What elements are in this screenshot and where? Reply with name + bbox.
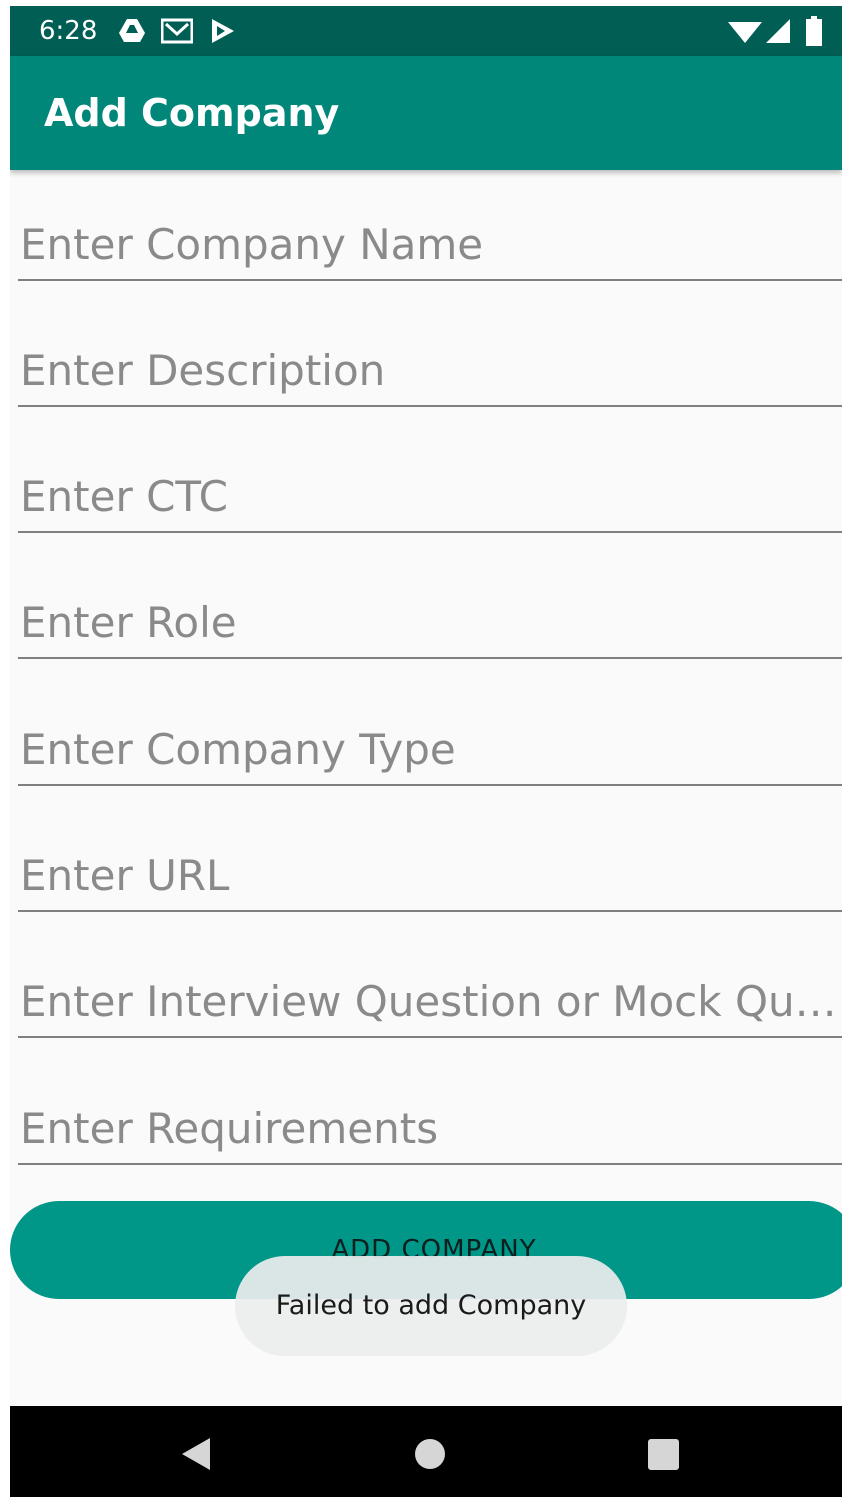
company-type-field [18,714,842,786]
url-field [18,840,842,912]
company-name-field [18,209,842,281]
toast-message: Failed to add Company [235,1256,627,1356]
app-screen: 6:28 Add Company Enter Company Name Ente… [10,6,842,1497]
signal-icon [766,19,790,47]
app-bar: Add Company [10,56,842,170]
url-input[interactable] [18,840,842,910]
status-bar: 6:28 [10,6,842,56]
recents-icon[interactable] [647,1436,683,1472]
requirements-field [18,1093,842,1165]
home-icon[interactable] [414,1436,450,1472]
battery-icon [806,16,822,50]
drive-icon [118,18,146,48]
company-name-input[interactable] [18,209,842,279]
ctc-input[interactable] [18,461,842,531]
back-icon[interactable] [180,1436,216,1472]
interview-question-input[interactable] [18,966,842,1036]
description-field [18,335,842,407]
ctc-field [18,461,842,533]
page-title: Add Company [44,91,340,135]
requirements-input[interactable] [18,1093,842,1163]
gmail-icon [160,18,194,48]
status-time: 6:28 [39,16,98,46]
navigation-bar [10,1406,842,1497]
interview-question-field [18,966,842,1038]
role-field [18,587,842,659]
company-type-input[interactable] [18,714,842,784]
description-input[interactable] [18,335,842,405]
play-store-icon [210,18,236,48]
role-input[interactable] [18,587,842,657]
wifi-icon [728,19,762,47]
